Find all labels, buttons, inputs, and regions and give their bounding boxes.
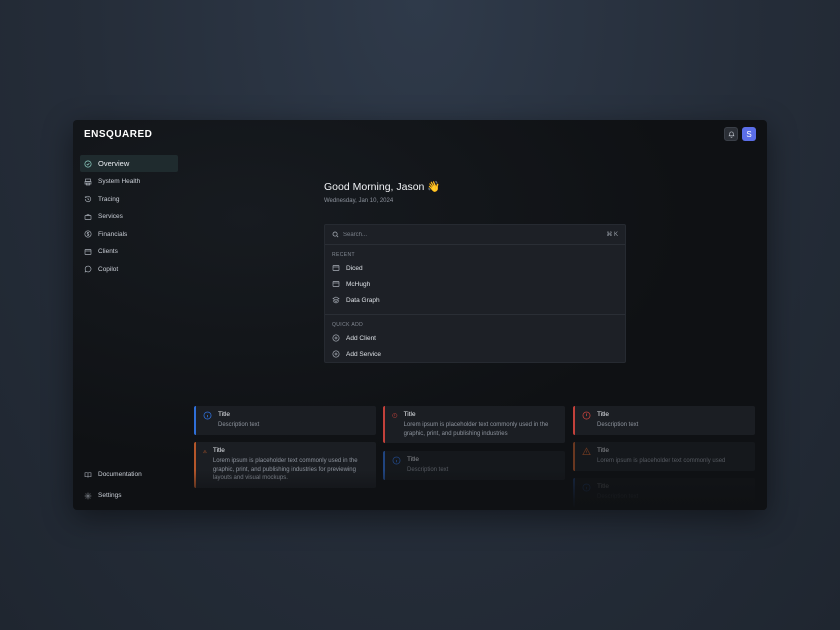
card-title: Title (597, 447, 610, 454)
quick-add-label: Add Service (346, 350, 382, 358)
sidebar-item-label: Overview (98, 159, 130, 168)
card-description: Description text (597, 494, 639, 500)
warning-icon (203, 449, 207, 453)
card-title: Title (597, 483, 610, 490)
info-icon (392, 413, 398, 418)
quick-add-label: Add Client (346, 334, 376, 342)
recent-section-label: RECENT (332, 252, 355, 258)
recent-item-label: McHugh (346, 280, 371, 288)
plus-circle-icon (332, 350, 340, 358)
card-description: Description text (407, 467, 449, 473)
recent-item-label: Diced (346, 264, 363, 272)
card-description: Lorem ipsum is placeholder text commonly… (597, 458, 726, 464)
sidebar: Overview System Health Tracing Services … (80, 155, 178, 278)
window-icon (84, 248, 92, 255)
dollar-icon (84, 230, 92, 238)
notifications-button[interactable] (724, 127, 738, 141)
info-icon (392, 456, 401, 465)
dashboard-icon (84, 159, 92, 168)
app-window: ENSQUARED S Overview System Health Traci… (73, 120, 767, 510)
window-icon (332, 281, 340, 287)
sidebar-item-label: Tracing (98, 195, 120, 203)
notification-card[interactable]: Title Lorem ipsum is placeholder text com… (194, 442, 376, 488)
sidebar-item-label: Documentation (98, 471, 142, 478)
sidebar-item-label: Services (98, 213, 123, 221)
card-title: Title (597, 411, 610, 418)
card-description: Lorem ipsum is placeholder text commonly… (212, 458, 358, 481)
shortcut-hint: ⌘ K (606, 232, 618, 238)
app-logo[interactable]: ENSQUARED (84, 129, 152, 140)
bell-icon (727, 131, 735, 138)
info-icon (582, 483, 591, 492)
card-description: Description text (218, 422, 260, 428)
sidebar-item-copilot[interactable]: Copilot (80, 261, 178, 279)
card-title: Title (407, 456, 420, 463)
window-icon (332, 265, 340, 271)
sidebar-item-label: Clients (98, 248, 118, 256)
printer-icon (84, 178, 92, 186)
sidebar-item-settings[interactable]: Settings (80, 485, 178, 506)
avatar[interactable]: S (742, 127, 756, 141)
card-title: Title (403, 411, 416, 418)
sidebar-item-label: System Health (98, 178, 141, 186)
sidebar-item-overview[interactable]: Overview (80, 155, 178, 172)
notification-card[interactable]: Title Description text (573, 406, 755, 435)
top-actions: S (724, 127, 756, 141)
notification-card[interactable]: Title Description text (573, 478, 755, 507)
layers-icon (332, 296, 340, 304)
info-icon (203, 411, 212, 420)
plus-circle-icon (332, 334, 340, 342)
search-input[interactable] (343, 231, 603, 238)
card-title: Title (212, 447, 225, 454)
sidebar-footer: Documentation Settings (80, 464, 178, 506)
sidebar-item-tracing[interactable]: Tracing (80, 191, 178, 209)
history-icon (84, 196, 92, 203)
quick-add-section-label: QUICK ADD (332, 322, 364, 328)
recent-item-data-graph[interactable]: Data Graph (325, 292, 625, 308)
search-icon (332, 231, 339, 238)
quick-add-client[interactable]: Add Client (325, 330, 625, 346)
sidebar-item-clients[interactable]: Clients (80, 243, 178, 261)
warning-icon (582, 447, 591, 455)
recent-item-label: Data Graph (346, 296, 380, 304)
notification-card[interactable]: Title Lorem ipsum is placeholder text com… (383, 406, 565, 443)
sidebar-item-services[interactable]: Services (80, 208, 178, 226)
notification-card[interactable]: Title Lorem ipsum is placeholder text com… (573, 442, 755, 471)
briefcase-icon (84, 214, 92, 220)
recent-item-mchugh[interactable]: McHugh (325, 276, 625, 292)
sidebar-item-label: Settings (98, 492, 122, 499)
card-description: Description text (597, 422, 639, 428)
chat-icon (84, 266, 92, 273)
card-title: Title (218, 411, 231, 418)
recent-item-diced[interactable]: Diced (325, 260, 625, 276)
notification-card[interactable]: Title Description text (194, 406, 376, 435)
quick-add-service[interactable]: Add Service (325, 346, 625, 362)
book-icon (84, 471, 92, 478)
sidebar-item-financials[interactable]: Financials (80, 226, 178, 244)
info-icon (582, 411, 591, 420)
date-label: Wednesday, Jan 10, 2024 (324, 198, 394, 204)
sidebar-item-label: Copilot (98, 265, 119, 273)
notification-card[interactable]: Title Description text (383, 451, 565, 480)
sidebar-item-label: Financials (98, 230, 128, 238)
search-bar: ⌘ K (325, 225, 625, 245)
sidebar-item-system-health[interactable]: System Health (80, 173, 178, 191)
gear-icon (84, 492, 92, 499)
page-title: Good Morning, Jason 👋 (324, 181, 441, 193)
card-description: Lorem ipsum is placeholder text commonly… (403, 422, 549, 437)
command-palette: ⌘ K RECENT Diced McHugh Data Graph QUICK… (324, 224, 626, 363)
sidebar-item-documentation[interactable]: Documentation (80, 464, 178, 485)
